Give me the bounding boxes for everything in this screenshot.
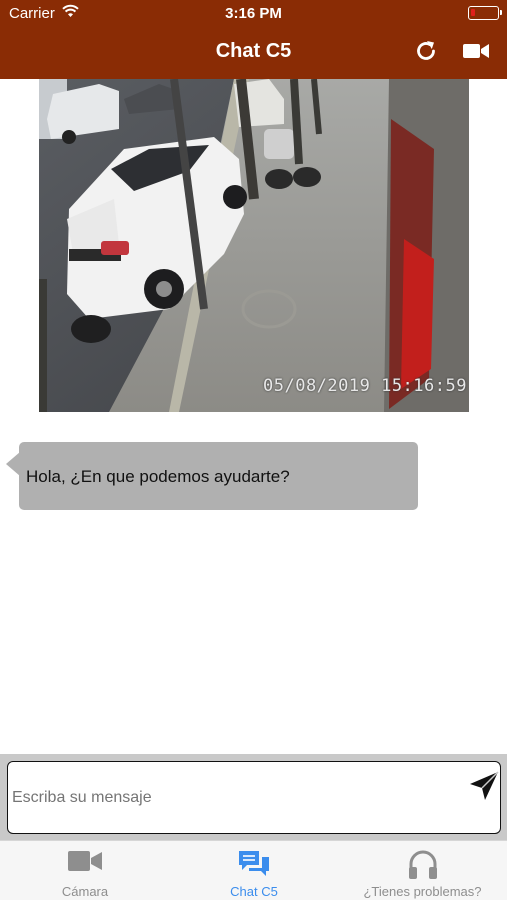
tab-camera-label: Cámara <box>61 884 109 899</box>
tab-help-label: ¿Tienes problemas? <box>363 884 482 899</box>
message-input[interactable] <box>7 761 501 834</box>
street-scene-image <box>39 79 469 412</box>
video-camera-icon[interactable] <box>462 42 490 60</box>
tab-bar: Cámara Chat C5 ¿Tienes problemas? <box>0 840 507 900</box>
battery-icon <box>468 6 502 20</box>
chat-message-text: Hola, ¿En que podemos ayudarte? <box>26 467 290 486</box>
bubble-tail <box>6 452 20 476</box>
status-bar: Carrier 3:16 PM <box>0 0 507 28</box>
refresh-icon[interactable] <box>414 39 438 63</box>
tab-chat-label: Chat C5 <box>230 884 278 899</box>
tab-camera[interactable]: Cámara <box>0 841 170 901</box>
message-composer <box>0 754 507 840</box>
tab-help[interactable]: ¿Tienes problemas? <box>338 841 507 901</box>
chat-bubbles-icon <box>239 851 269 876</box>
app-header: Carrier 3:16 PM Chat C5 <box>0 0 507 79</box>
video-camera-icon <box>68 851 102 871</box>
status-time: 3:16 PM <box>225 5 282 22</box>
chat-message-bubble: Hola, ¿En que podemos ayudarte? <box>19 442 418 510</box>
camera-timestamp: 05/08/2019 15:16:59 <box>263 376 467 396</box>
camera-snapshot: 05/08/2019 15:16:59 <box>39 79 469 412</box>
tab-chat[interactable]: Chat C5 <box>170 841 338 901</box>
battery-level <box>471 9 475 16</box>
send-icon[interactable] <box>469 771 499 801</box>
headphones-icon <box>408 850 437 879</box>
